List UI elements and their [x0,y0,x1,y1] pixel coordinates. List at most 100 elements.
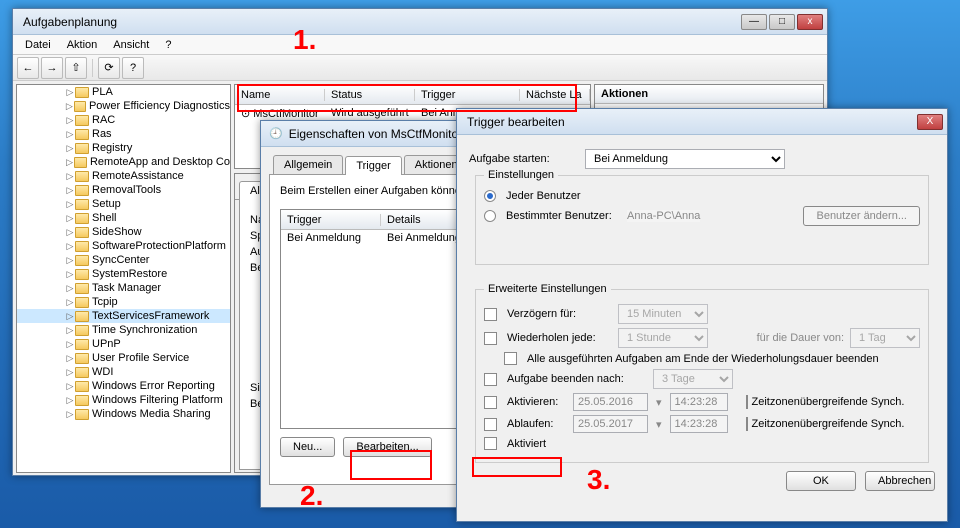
close-button[interactable]: x [797,14,823,30]
folder-icon [75,269,89,280]
cb-enabled[interactable] [484,437,497,450]
tree-item[interactable]: ▷Windows Media Sharing [17,407,230,421]
toolbar: ← → ⇧ ⟳ ? [13,55,827,81]
menu-ansicht[interactable]: Ansicht [105,37,157,53]
edit-button[interactable]: Bearbeiten... [343,437,431,457]
tree-item[interactable]: ▷WDI [17,365,230,379]
folder-icon [75,213,89,224]
folder-icon [75,353,89,364]
folder-icon [75,325,89,336]
help-button[interactable]: ? [122,57,144,79]
cancel-button[interactable]: Abbrechen [865,471,935,491]
tree-item[interactable]: ▷Tcpip [17,295,230,309]
folder-icon [75,143,89,154]
tree-item[interactable]: ▷Setup [17,197,230,211]
tree-item[interactable]: ▷Power Efficiency Diagnostics [17,99,230,113]
tree-item[interactable]: ▷TextServicesFramework [17,309,230,323]
start-label: Aufgabe starten: [469,153,579,165]
tree-item[interactable]: ▷SideShow [17,225,230,239]
tree-item[interactable]: ▷RemovalTools [17,183,230,197]
ok-button[interactable]: OK [786,471,856,491]
folder-icon [75,381,89,392]
folder-icon [75,311,89,322]
folder-icon [75,87,89,98]
tree-item[interactable]: ▷RemoteApp and Desktop Co [17,155,230,169]
repeat-dur-select: 1 Tag [850,328,920,348]
cb-stop-all [504,352,517,365]
forward-button[interactable]: → [41,57,63,79]
stop-after-select: 3 Tage [653,369,733,389]
tree-item[interactable]: ▷Time Synchronization [17,323,230,337]
cb-repeat[interactable] [484,332,497,345]
tree-item[interactable]: ▷RAC [17,113,230,127]
tree-item[interactable]: ▷SystemRestore [17,267,230,281]
folder-icon [74,157,87,168]
cb-tz1 [746,395,748,409]
folder-icon [75,129,89,140]
edit-title: Trigger bearbeiten [461,115,917,129]
cb-stop-after[interactable] [484,373,497,386]
folder-tree[interactable]: ▷PLA▷Power Efficiency Diagnostics▷RAC▷Ra… [16,84,231,473]
folder-icon [75,227,89,238]
tree-item[interactable]: ▷UPnP [17,337,230,351]
expire-time [670,415,728,433]
tree-item[interactable]: ▷RemoteAssistance [17,169,230,183]
menu-help[interactable]: ? [157,37,179,53]
change-user-button: Benutzer ändern... [803,206,920,226]
tree-item[interactable]: ▷PLA [17,85,230,99]
folder-icon [75,297,89,308]
menu-datei[interactable]: Datei [17,37,59,53]
tree-item[interactable]: ▷Shell [17,211,230,225]
back-button[interactable]: ← [17,57,39,79]
tree-item[interactable]: ▷Task Manager [17,281,230,295]
edit-trigger-dialog: Trigger bearbeiten X Aufgabe starten: Be… [456,108,948,522]
task-list-header: Name Status Trigger Nächste La [235,85,590,105]
folder-icon [75,409,89,420]
radio-specific-user[interactable] [484,210,496,222]
folder-icon [75,199,89,210]
actions-header: Aktionen [595,85,823,104]
folder-icon [75,367,89,378]
radio-any-user[interactable] [484,190,496,202]
cb-expire[interactable] [484,418,497,431]
folder-icon [75,241,89,252]
repeat-select: 1 Stunde [618,328,708,348]
new-button[interactable]: Neu... [280,437,335,457]
tree-item[interactable]: ▷User Profile Service [17,351,230,365]
main-title: Aufgabenplanung [17,15,741,29]
minimize-button[interactable]: — [741,14,767,30]
folder-icon [75,255,89,266]
tab-allgemein[interactable]: Allgemein [273,155,343,174]
folder-icon [75,283,89,294]
up-button[interactable]: ⇧ [65,57,87,79]
expire-date [573,415,648,433]
cb-delay[interactable] [484,308,497,321]
activate-date [573,393,648,411]
cb-activate[interactable] [484,396,497,409]
folder-icon [75,339,89,350]
refresh-button[interactable]: ⟳ [98,57,120,79]
tree-item[interactable]: ▷SyncCenter [17,253,230,267]
activate-time [670,393,728,411]
folder-icon [75,171,89,182]
menubar: Datei Aktion Ansicht ? [13,35,827,55]
edit-close-button[interactable]: X [917,114,943,130]
delay-select: 15 Minuten [618,304,708,324]
menu-aktion[interactable]: Aktion [59,37,106,53]
tree-item[interactable]: ▷Registry [17,141,230,155]
folder-icon [74,101,86,112]
annotation-2: 2. [300,480,323,512]
tree-item[interactable]: ▷Windows Filtering Platform [17,393,230,407]
tab-trigger[interactable]: Trigger [345,156,401,175]
start-select[interactable]: Bei Anmeldung [585,149,785,169]
cb-tz2 [746,417,748,431]
tree-item[interactable]: ▷Windows Error Reporting [17,379,230,393]
annotation-1: 1. [293,24,316,56]
folder-icon [75,185,89,196]
folder-icon [75,395,89,406]
folder-icon [75,115,89,126]
tree-item[interactable]: ▷SoftwareProtectionPlatform [17,239,230,253]
annotation-3: 3. [587,464,610,496]
maximize-button[interactable]: □ [769,14,795,30]
tree-item[interactable]: ▷Ras [17,127,230,141]
